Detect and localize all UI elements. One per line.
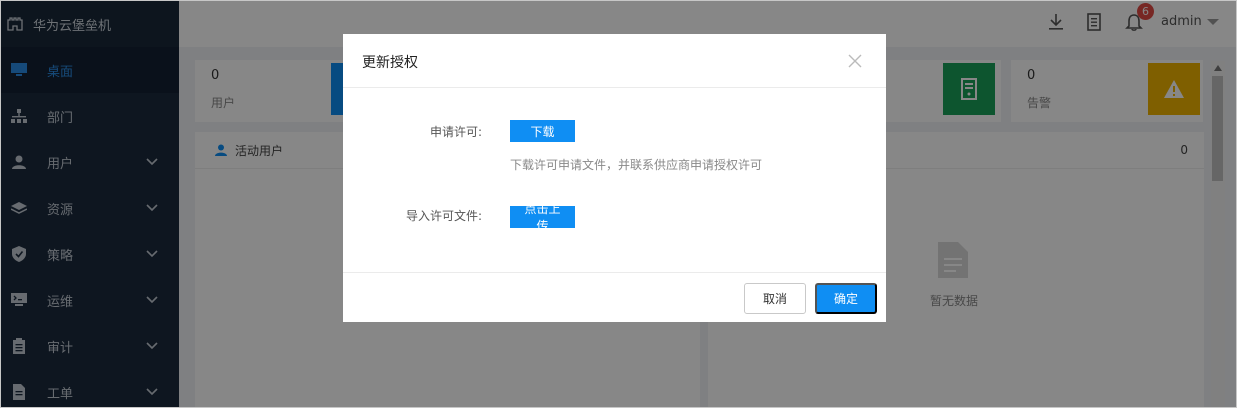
dialog-title: 更新授权	[362, 55, 418, 71]
upload-button[interactable]: 点击上传	[510, 202, 575, 233]
download-button[interactable]: 下载	[510, 120, 575, 142]
divider	[343, 272, 886, 273]
license-label: 申请许可:	[429, 125, 482, 139]
download-hint: 下载许可申请文件，并联系供应商申请授权许可	[510, 158, 763, 172]
update-license-dialog: 更新授权 申请许可: 下载 下载许可申请文件，并联系供应商申请授权许可 导入许可…	[343, 34, 886, 322]
divider	[343, 87, 886, 88]
confirm-button[interactable]: 确定	[815, 283, 877, 314]
import-license-label: 导入许可文件:	[405, 209, 482, 223]
app-frame: 华为云堡垒机 桌面 部门 用户 资源 策略 运维 审计 工单 6 admin 0…	[0, 0, 1237, 408]
cancel-button[interactable]: 取消	[744, 283, 806, 314]
close-icon[interactable]	[848, 54, 862, 68]
